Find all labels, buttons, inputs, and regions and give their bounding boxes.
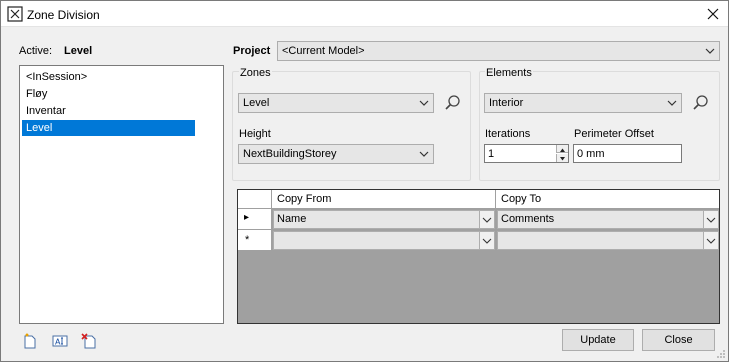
height-value: NextBuildingStorey [243, 148, 337, 160]
delete-zone-icon[interactable] [81, 333, 97, 349]
zone-dropdown[interactable]: Level [238, 93, 434, 113]
project-dropdown[interactable]: <Current Model> [277, 41, 720, 61]
elements-group-label: Elements [485, 67, 533, 79]
window-title: Zone Division [27, 8, 100, 22]
app-icon [7, 6, 23, 22]
grid-corner-header [238, 190, 272, 209]
chevron-down-icon [479, 211, 494, 228]
spin-down-icon[interactable] [556, 154, 568, 162]
iterations-stepper[interactable] [484, 144, 569, 163]
chevron-down-icon [703, 232, 718, 249]
zones-group [232, 71, 471, 181]
svg-text:A: A [55, 338, 61, 347]
list-item[interactable]: Inventar [22, 103, 195, 119]
iterations-label: Iterations [485, 128, 531, 140]
search-icon[interactable] [692, 94, 710, 112]
rename-zone-icon[interactable]: A [52, 333, 68, 349]
perimeter-offset-input[interactable] [574, 145, 681, 162]
height-label: Height [239, 128, 271, 140]
chevron-down-icon [419, 100, 429, 106]
perimeter-offset-label: Perimeter Offset [574, 128, 654, 140]
row-header[interactable]: * [238, 230, 272, 251]
chevron-down-icon [419, 151, 429, 157]
project-label: Project [233, 45, 271, 57]
chevron-down-icon [705, 48, 715, 54]
chevron-down-icon [479, 232, 494, 249]
new-zone-icon[interactable] [22, 333, 38, 349]
new-row-marker-icon: * [245, 234, 250, 246]
copy-to-cell[interactable] [497, 231, 719, 250]
zone-value: Level [243, 97, 270, 109]
chevron-down-icon [703, 211, 718, 228]
copy-to-cell[interactable]: Comments [497, 210, 719, 229]
list-item[interactable]: Fløy [22, 86, 195, 102]
title-bar: Zone Division [1, 1, 728, 27]
current-row-marker-icon: ▸ [244, 212, 250, 223]
update-button[interactable]: Update [562, 329, 634, 351]
chevron-down-icon [667, 100, 677, 106]
list-item[interactable]: <InSession> [22, 69, 195, 85]
search-icon[interactable] [444, 94, 462, 112]
close-button[interactable]: Close [642, 329, 715, 351]
spin-up-icon[interactable] [556, 145, 568, 153]
elements-group [479, 71, 720, 181]
element-dropdown[interactable]: Interior [484, 93, 682, 113]
close-icon[interactable] [704, 5, 722, 23]
perimeter-offset-field[interactable] [573, 144, 682, 163]
height-dropdown[interactable]: NextBuildingStorey [238, 144, 434, 164]
active-value: Level [64, 45, 93, 57]
zone-listbox[interactable]: <InSession> Fløy Inventar Level [19, 65, 224, 324]
column-header-copy-to[interactable]: Copy To [496, 190, 719, 209]
copy-from-cell[interactable] [273, 231, 495, 250]
zones-group-label: Zones [239, 67, 272, 79]
list-item-selected[interactable]: Level [22, 120, 195, 136]
element-value: Interior [489, 97, 524, 109]
column-header-copy-from[interactable]: Copy From [272, 190, 496, 209]
zone-division-window: Zone Division Active: Level <InSession> … [0, 0, 729, 362]
row-header[interactable]: ▸ [238, 209, 272, 230]
mapping-grid: Copy From Copy To ▸ Name Comments * [237, 189, 720, 324]
project-value: <Current Model> [282, 45, 365, 57]
resize-grip-icon[interactable] [716, 349, 726, 359]
active-label: Active: [19, 45, 53, 57]
copy-from-cell[interactable]: Name [273, 210, 495, 229]
